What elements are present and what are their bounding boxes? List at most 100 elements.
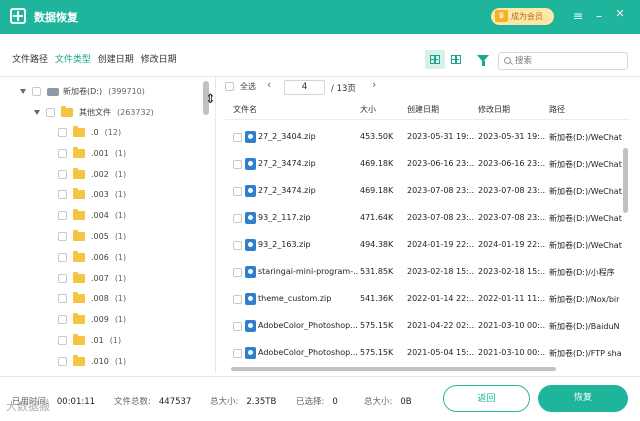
checkbox[interactable] [58, 273, 67, 283]
tab-modified-date[interactable]: 修改日期 [141, 52, 177, 65]
menu-icon[interactable]: ≡ [570, 8, 586, 24]
tree-root-label: 新加卷(D:) [63, 87, 103, 96]
tree-folder-item[interactable]: .01 (1) [58, 332, 121, 350]
cell-path: 新加卷(D:)/BaiduN [549, 322, 620, 331]
checkbox[interactable] [46, 108, 55, 117]
cell-size: 531.85K [360, 267, 394, 276]
mouse-cursor-icon: ⇕ [205, 92, 216, 107]
table-row[interactable]: 27_2_3474.zip 469.18K 2023-07-08 23:... 202… [225, 178, 630, 205]
select-all[interactable]: 全选 [225, 78, 256, 96]
cell-created: 2021-04-22 02:... [407, 321, 475, 330]
row-checkbox[interactable] [233, 160, 242, 169]
back-button[interactable]: 返回 [443, 385, 530, 412]
row-checkbox[interactable] [233, 295, 242, 304]
tree-folder-item[interactable]: .001 (1) [58, 145, 126, 163]
close-icon[interactable]: ✕ [612, 6, 628, 22]
filter-icon[interactable] [477, 55, 489, 66]
table-row[interactable]: 27_2_3404.zip 453.50K 2023-05-31 19:... 202… [225, 124, 630, 151]
checkbox[interactable] [58, 252, 67, 262]
prev-page-button[interactable]: ‹ [267, 78, 271, 91]
tab-file-path[interactable]: 文件路径 [12, 52, 48, 65]
cell-modified: 2023-05-31 19:... [478, 132, 546, 141]
folder-count: (1) [114, 148, 127, 158]
checkbox[interactable] [58, 294, 67, 304]
list-view-button[interactable] [425, 50, 445, 69]
table-row[interactable]: AdobeColor_Photoshop... 575.15K 2021-05-04… [225, 340, 630, 367]
table-row[interactable]: 27_2_3474.zip 469.18K 2023-06-16 23:... 202… [225, 151, 630, 178]
folder-label: .005 [91, 232, 109, 241]
col-created[interactable]: 创建日期 [407, 104, 439, 115]
collapse-arrow-icon[interactable] [34, 110, 40, 115]
cell-modified: 2023-07-08 23:... [478, 213, 546, 222]
col-size[interactable]: 大小 [360, 104, 376, 115]
recover-button[interactable]: 恢复 [538, 385, 628, 412]
tree-folder-item[interactable]: .009 (1) [58, 311, 126, 329]
row-checkbox[interactable] [233, 187, 242, 196]
list-scrollbar[interactable] [623, 148, 628, 213]
select-all-checkbox[interactable] [225, 82, 234, 91]
tree-folder-item[interactable]: .003 (1) [58, 186, 126, 204]
tree-folder-item[interactable]: .007 (1) [58, 270, 126, 288]
cell-name: 93_2_117.zip [258, 213, 311, 222]
table-row[interactable]: 93_2_163.zip 494.38K 2024-01-19 22:... 2024… [225, 232, 630, 259]
table-row[interactable]: 93_2_117.zip 471.64K 2023-07-08 23:... 2023… [225, 205, 630, 232]
col-path[interactable]: 路径 [549, 104, 565, 115]
checkbox[interactable] [58, 148, 67, 158]
tab-file-type[interactable]: 文件类型 [55, 52, 91, 65]
row-checkbox[interactable] [233, 133, 242, 142]
row-checkbox[interactable] [233, 241, 242, 250]
table-row[interactable]: AdobeColor_Photoshop... 575.15K 2021-04-22… [225, 313, 630, 340]
checkbox[interactable] [58, 128, 67, 137]
folder-count: (1) [114, 273, 127, 283]
tree-folder-item[interactable]: .006 (1) [58, 249, 126, 267]
category-tabs: 文件路径 文件类型 创建日期 修改日期 [12, 52, 181, 65]
checkbox[interactable] [58, 190, 67, 200]
tree-folder-item[interactable]: .004 (1) [58, 207, 126, 225]
table-row[interactable]: staringai-mini-program-... 531.85K 2023-02… [225, 259, 630, 286]
tab-created-date[interactable]: 创建日期 [98, 52, 134, 65]
page-total: / 13页 [331, 84, 356, 94]
row-checkbox[interactable] [233, 349, 242, 358]
folder-label: .003 [91, 190, 109, 200]
checkbox[interactable] [58, 315, 67, 325]
folder-count: (1) [114, 211, 127, 221]
checkbox[interactable] [58, 169, 67, 179]
collapse-arrow-icon[interactable] [20, 89, 26, 94]
cell-size: 453.50K [360, 132, 394, 141]
col-modified[interactable]: 修改日期 [478, 104, 510, 115]
folder-count: (1) [109, 336, 122, 345]
tree-folder-item[interactable]: .008 (1) [58, 290, 126, 308]
cell-created: 2022-01-14 22:... [407, 294, 475, 303]
tree-folder-item[interactable]: .010 (1) [58, 353, 126, 371]
minimize-icon[interactable]: – [591, 8, 607, 24]
cell-size: 469.18K [360, 159, 394, 168]
table-row[interactable]: theme_custom.zip 541.36K 2022-01-14 22:...… [225, 286, 630, 313]
checkbox[interactable] [58, 356, 67, 366]
folder-label: .0 [91, 128, 99, 137]
page-number-input[interactable]: 4 [284, 80, 325, 95]
next-page-button[interactable]: › [372, 78, 376, 91]
cell-name: 27_2_3404.zip [258, 132, 316, 141]
horizontal-scrollbar[interactable] [231, 367, 556, 371]
checkbox[interactable] [58, 232, 67, 241]
size-stat: 总大小: 2.35TB [210, 395, 276, 407]
tree-folder-item[interactable]: .005 (1) [58, 228, 126, 246]
grid-view-button[interactable] [446, 50, 466, 69]
checkbox[interactable] [58, 211, 67, 221]
tree-folder-item[interactable]: .002 (1) [58, 166, 126, 184]
checkbox[interactable] [58, 336, 67, 345]
folder-label: .008 [91, 294, 109, 304]
checkbox[interactable] [32, 87, 41, 96]
row-checkbox[interactable] [233, 214, 242, 223]
cell-modified: 2023-06-16 23:... [478, 159, 546, 168]
row-checkbox[interactable] [233, 322, 242, 331]
cell-path: 新加卷(D:)/Nox/bir [549, 295, 620, 304]
row-checkbox[interactable] [233, 268, 242, 277]
tree-root[interactable]: 新加卷(D:) (399710) [20, 83, 145, 101]
search-input[interactable] [498, 52, 628, 70]
col-name[interactable]: 文件名 [233, 104, 257, 115]
folder-label: .004 [91, 211, 109, 221]
become-vip-button[interactable]: ♛ 成为会员 [491, 8, 554, 25]
tree-group[interactable]: 其他文件 (263732) [34, 104, 154, 122]
tree-folder-item[interactable]: .0 (12) [58, 124, 121, 142]
